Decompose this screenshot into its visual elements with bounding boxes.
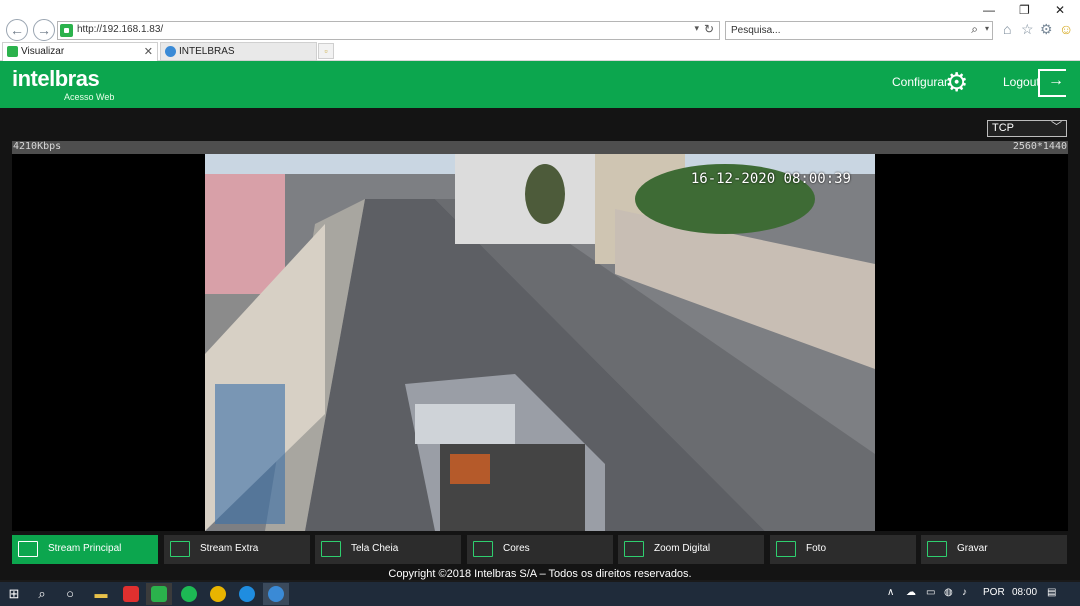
refresh-icon[interactable]: ↻ [704,22,714,36]
protocol-value: TCP [992,122,1014,134]
language-indicator[interactable]: POR [983,587,1005,598]
favorites-star-icon[interactable]: ☆ [1021,21,1034,38]
new-tab-button[interactable]: ▫ [318,43,334,59]
search-icon[interactable]: ⌕ [34,586,50,602]
tab-label: Visualizar [21,46,65,57]
tools-gear-icon[interactable]: ⚙ [1040,21,1053,38]
clock[interactable]: 08:00 [1012,587,1037,598]
button-label: Foto [806,543,827,554]
zoom-icon [624,541,644,557]
video-toolbar: Stream Principal Stream Extra Tela Cheia… [12,535,1068,564]
back-arrow-icon: ← [10,22,24,38]
brand-logo: intelbras [12,66,100,91]
palette-icon [473,541,493,557]
protocol-select[interactable]: TCP ﹀ [987,120,1067,137]
video-icon [927,541,947,557]
restore-button[interactable]: ❐ [1019,3,1030,17]
button-label: Gravar [957,543,988,554]
taskbar-app-blue[interactable] [234,583,260,605]
chevron-up-icon[interactable]: ∧ [887,587,894,598]
file-explorer-icon[interactable]: ▬ [93,586,109,602]
tab-intelbras[interactable]: INTELBRAS [160,42,317,61]
tab-bar: Visualizar ✕ INTELBRAS ▫ [0,42,1080,61]
configure-link[interactable]: Configurar [892,75,948,89]
app-header: intelbras Acesso Web Configurar ⚙ Logout [0,61,1080,108]
notifications-icon[interactable]: ▤ [1047,587,1056,598]
stream-info-strip: 4210Kbps 2560*1440 [12,141,1068,154]
tab-close-icon[interactable]: ✕ [144,43,153,61]
tab-visualizar[interactable]: Visualizar ✕ [2,42,158,61]
resolution-readout: 2560*1440 [1012,141,1067,152]
stream-principal-button[interactable]: Stream Principal [12,535,158,564]
site-favicon-icon [60,24,73,37]
minimize-button[interactable]: — [983,3,995,17]
bitrate-readout: 4210Kbps [13,141,62,152]
address-dropdown-icon[interactable]: ▾ [694,23,699,34]
taskbar-app-recorder[interactable] [118,583,144,605]
tab-label: INTELBRAS [179,46,235,57]
stream-extra-button[interactable]: Stream Extra [164,535,310,564]
live-view-area: TCP ﹀ 4210Kbps 2560*1440 16-12-2020 08:0… [0,108,1080,580]
street-scene-image [205,154,875,531]
colors-button[interactable]: Cores [467,535,613,564]
ie-favicon-icon [165,46,176,57]
forward-arrow-icon: → [37,22,51,38]
feedback-smiley-icon[interactable]: ☺ [1059,21,1073,37]
chevron-down-icon: ﹀ [1051,121,1062,133]
windows-start-icon[interactable]: ⊞ [6,586,22,602]
task-view-icon[interactable]: ○ [62,586,78,602]
back-button[interactable]: ← [6,19,28,41]
network-globe-icon[interactable]: ◍ [944,587,953,598]
battery-icon[interactable]: ▭ [926,587,935,598]
brand-subtitle: Acesso Web [64,92,115,102]
camera-icon [776,541,796,557]
taskbar-app-spotify[interactable] [176,583,202,605]
forward-button[interactable]: → [33,19,55,41]
button-label: Stream Principal [48,543,122,554]
url-text: http://192.168.1.83/ [77,24,164,35]
weather-icon[interactable]: ☁ [906,587,916,598]
settings-gear-icon[interactable]: ⚙ [945,69,973,97]
image-icon [170,541,190,557]
image-icon [18,541,38,557]
button-label: Cores [503,543,530,554]
copyright-text: Copyright ©2018 Intelbras S/A – Todos os… [388,568,692,580]
search-dropdown-icon[interactable]: ▾ [985,24,989,33]
logout-link[interactable]: Logout [1003,75,1040,89]
home-icon[interactable]: ⌂ [1003,21,1011,37]
taskbar-app-chrome[interactable] [205,583,231,605]
button-label: Zoom Digital [654,543,711,554]
video-frame[interactable]: 16-12-2020 08:00:39 [12,154,1068,531]
close-button[interactable]: ✕ [1055,3,1065,17]
snapshot-button[interactable]: Foto [770,535,916,564]
windows-taskbar: ⊞ ⌕ ○ ▬ ∧ ☁ ▭ ◍ ♪ POR 08:00 ▤ [0,582,1080,606]
logout-door-icon[interactable] [1038,69,1066,97]
search-icon[interactable]: ⌕ [971,22,978,37]
new-tab-icon: ▫ [324,46,328,56]
fullscreen-icon [321,541,341,557]
button-label: Tela Cheia [351,543,399,554]
search-input[interactable]: Pesquisa... ⌕ ▾ [725,21,993,40]
button-label: Stream Extra [200,543,259,554]
video-timestamp: 16-12-2020 08:00:39 [690,171,851,187]
search-placeholder: Pesquisa... [731,25,781,36]
record-button[interactable]: Gravar [921,535,1067,564]
taskbar-app-ie[interactable] [263,583,289,605]
digital-zoom-button[interactable]: Zoom Digital [618,535,764,564]
address-bar[interactable]: http://192.168.1.83/ ▾ ↻ [57,21,720,40]
taskbar-app-green[interactable] [146,583,172,605]
camera-feed[interactable]: 16-12-2020 08:00:39 [205,154,875,531]
volume-icon[interactable]: ♪ [962,587,967,598]
tab-favicon-icon [7,46,18,57]
fullscreen-button[interactable]: Tela Cheia [315,535,461,564]
browser-chrome: ← → http://192.168.1.83/ ▾ ↻ Pesquisa...… [0,0,1080,42]
